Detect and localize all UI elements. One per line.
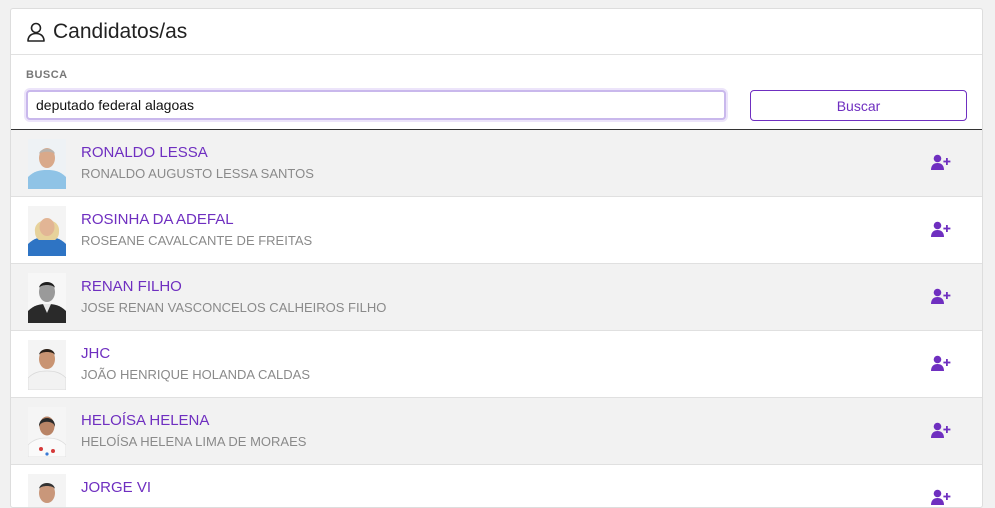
list-item[interactable]: ROSINHA DA ADEFAL ROSEANE CAVALCANTE DE … <box>11 197 982 264</box>
candidate-name-link[interactable]: ROSINHA DA ADEFAL <box>81 210 312 230</box>
candidate-name-link[interactable]: RONALDO LESSA <box>81 143 314 163</box>
panel-header: Candidatos/as <box>11 9 982 55</box>
list-item[interactable]: HELOÍSA HELENA HELOÍSA HELENA LIMA DE MO… <box>11 398 982 465</box>
user-icon <box>25 21 47 43</box>
user-plus-icon[interactable] <box>931 422 951 438</box>
list-item[interactable]: RENAN FILHO JOSE RENAN VASCONCELOS CALHE… <box>11 264 982 331</box>
search-label: BUSCA <box>26 69 68 81</box>
search-button[interactable]: Buscar <box>750 90 967 121</box>
candidate-name-link[interactable]: JORGE VI <box>81 478 151 498</box>
candidate-list: RONALDO LESSA RONALDO AUGUSTO LESSA SANT… <box>11 130 982 507</box>
candidate-name-link[interactable]: JHC <box>81 344 310 364</box>
user-plus-icon[interactable] <box>931 221 951 237</box>
candidates-panel: Candidatos/as BUSCA Buscar RONALDO LESSA… <box>10 8 983 508</box>
candidate-photo <box>28 340 66 390</box>
candidate-full-name: ROSEANE CAVALCANTE DE FREITAS <box>81 233 313 248</box>
search-input[interactable] <box>26 90 726 120</box>
user-plus-icon[interactable] <box>931 355 951 371</box>
user-plus-icon[interactable] <box>931 154 951 170</box>
list-item[interactable]: JHC JOÃO HENRIQUE HOLANDA CALDAS <box>11 331 982 398</box>
search-section: BUSCA Buscar <box>11 55 982 130</box>
candidate-name-link[interactable]: HELOÍSA HELENA <box>81 411 306 431</box>
candidate-name-link[interactable]: RENAN FILHO <box>81 277 386 297</box>
page-title: Candidatos/as <box>53 19 188 43</box>
candidate-full-name: JOÃO HENRIQUE HOLANDA CALDAS <box>81 367 310 382</box>
list-item[interactable]: RONALDO LESSA RONALDO AUGUSTO LESSA SANT… <box>11 130 982 197</box>
candidate-photo <box>28 139 66 189</box>
user-plus-icon[interactable] <box>931 288 951 304</box>
candidate-photo <box>28 273 66 323</box>
candidate-full-name: HELOÍSA HELENA LIMA DE MORAES <box>81 434 307 449</box>
user-plus-icon[interactable] <box>931 489 951 505</box>
candidate-photo <box>28 474 66 507</box>
candidate-full-name: JOSE RENAN VASCONCELOS CALHEIROS FILHO <box>81 300 387 315</box>
candidate-full-name: RONALDO AUGUSTO LESSA SANTOS <box>81 166 314 181</box>
candidate-photo <box>28 407 66 457</box>
candidate-photo <box>28 206 66 256</box>
list-item[interactable]: JORGE VI <box>11 465 982 507</box>
